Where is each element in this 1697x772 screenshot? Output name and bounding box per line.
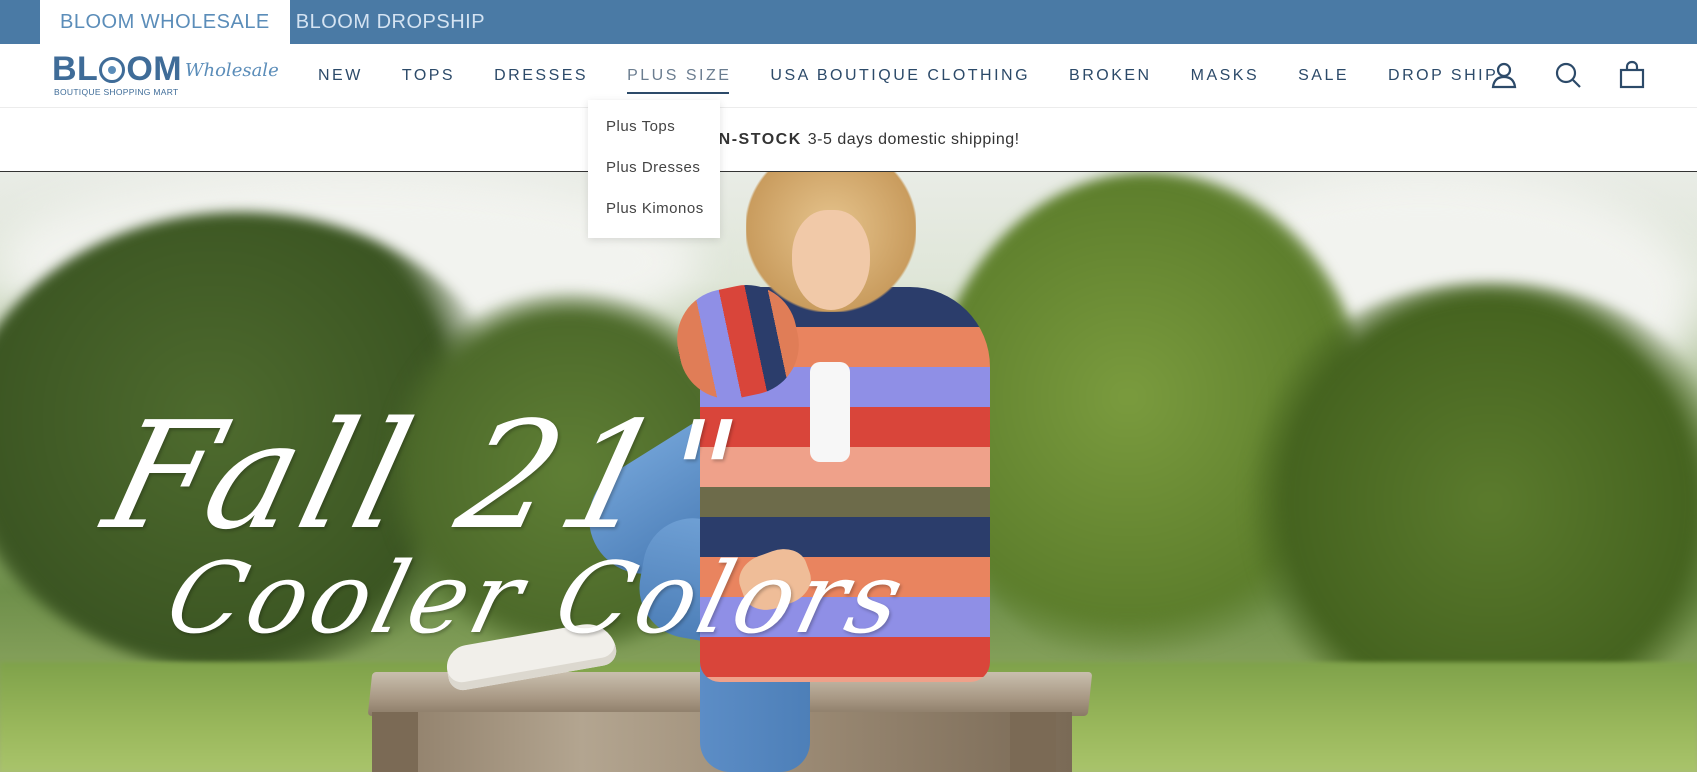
- dropdown-item-plus-dresses[interactable]: Plus Dresses: [588, 159, 720, 200]
- account-icon[interactable]: [1487, 58, 1521, 92]
- nav-item-sale[interactable]: SALE: [1298, 67, 1349, 85]
- nav-item-dresses[interactable]: DRESSES: [494, 67, 588, 85]
- logo-tagline: BOUTIQUE SHOPPING MART: [54, 87, 179, 97]
- dropdown-item-plus-tops[interactable]: Plus Tops: [588, 118, 720, 159]
- header-actions: [1487, 58, 1649, 92]
- nav-item-drop-ship[interactable]: DROP SHIP: [1388, 67, 1498, 85]
- site-header: BL OM Wholesale BOUTIQUE SHOPPING MART NE…: [0, 44, 1697, 108]
- announcement-bar: ITE IN-STOCK 3-5 days domestic shipping!: [0, 108, 1697, 172]
- tab-bloom-dropship[interactable]: BLOOM DROPSHIP: [290, 0, 505, 44]
- bench-leg-left: [372, 712, 418, 772]
- nav-item-usa-boutique-clothing[interactable]: USA BOUTIQUE CLOTHING: [770, 67, 1030, 85]
- plus-size-dropdown: Plus Tops Plus Dresses Plus Kimonos: [588, 100, 720, 238]
- nav-item-masks[interactable]: MASKS: [1191, 67, 1260, 85]
- model-white-top: [810, 362, 850, 462]
- bench-leg-right: [1010, 712, 1056, 772]
- bloom-logo[interactable]: BL OM Wholesale BOUTIQUE SHOPPING MART: [52, 50, 279, 100]
- hero-subheadline: Cooler Colors: [155, 542, 919, 656]
- search-icon[interactable]: [1551, 58, 1585, 92]
- store-switcher-bar: BLOOM WHOLESALE BLOOM DROPSHIP: [0, 0, 1697, 44]
- hero-headline: Fall 21": [90, 390, 761, 562]
- flower-icon: [99, 57, 126, 83]
- dropdown-item-plus-kimonos[interactable]: Plus Kimonos: [588, 200, 720, 241]
- nav-item-new[interactable]: NEW: [318, 67, 363, 85]
- main-nav: NEW TOPS DRESSES PLUS SIZE USA BOUTIQUE …: [318, 44, 1537, 108]
- hero-banner[interactable]: Fall 21" Cooler Colors: [0, 172, 1697, 772]
- model-face: [792, 210, 870, 310]
- nav-item-broken[interactable]: BROKEN: [1069, 67, 1152, 85]
- nav-item-tops[interactable]: TOPS: [402, 67, 455, 85]
- announcement-text: 3-5 days domestic shipping!: [807, 130, 1020, 148]
- tab-bloom-wholesale[interactable]: BLOOM WHOLESALE: [40, 0, 290, 44]
- logo-wordmark: BL OM: [52, 50, 183, 88]
- cart-icon[interactable]: [1615, 58, 1649, 92]
- nav-item-plus-size[interactable]: PLUS SIZE: [627, 67, 731, 94]
- logo-script-text: Wholesale: [185, 60, 279, 81]
